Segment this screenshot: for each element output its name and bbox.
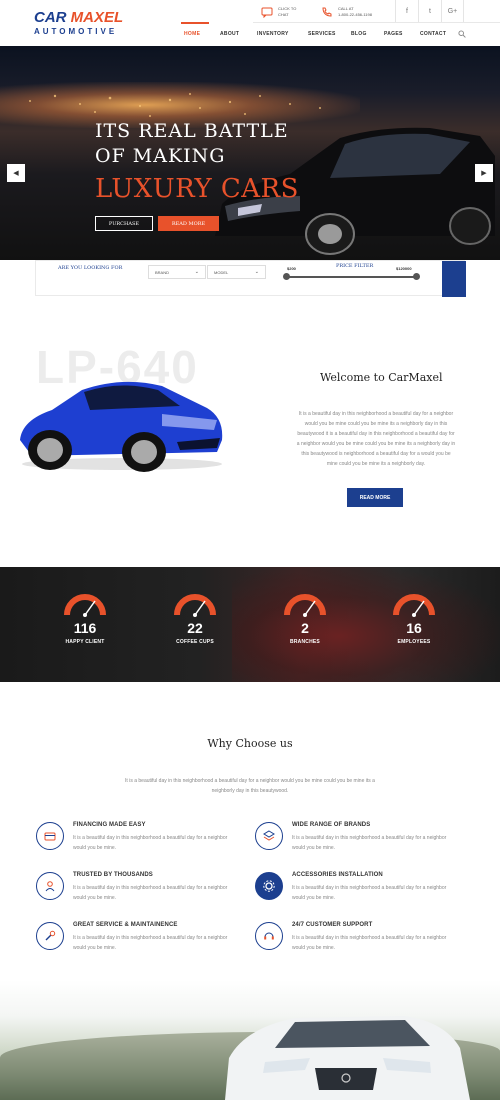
stats-section: 116 HAPPY CLIENT 22 COFFEE CUPS 2 BRANCH… (0, 567, 500, 682)
logo[interactable]: CAR MAXEL AUTOMOTIVE (34, 10, 123, 36)
feature-text: It is a beautiful day in this neighborho… (292, 885, 447, 901)
stat-label: EMPLOYEES (397, 639, 431, 645)
brand-select[interactable]: BRAND ⌄ (148, 265, 206, 279)
header-divider (253, 22, 500, 23)
hero-read-more-button[interactable]: READ MORE (158, 216, 219, 231)
feature-title: WIDE RANGE OF BRANDS (292, 822, 371, 828)
wrench-icon (36, 922, 64, 950)
feature-accessories: ACCESSORIES INSTALLATION It is a beautif… (255, 872, 455, 912)
blue-sports-car-image (20, 381, 223, 472)
hero-headline-line3: LUXURY CARS (95, 174, 299, 204)
nav-inventory[interactable]: INVENTORY (257, 31, 289, 37)
speedometer-icon (393, 594, 435, 617)
stat-branches: 2 BRANCHES (265, 589, 345, 645)
nav-services[interactable]: SERVICES (308, 31, 336, 37)
stat-value: 16 (406, 620, 422, 636)
hero-headline-line2: OF MAKING (95, 145, 226, 167)
speedometer-icon (284, 594, 326, 617)
welcome-read-more-button[interactable]: READ MORE (347, 488, 403, 507)
call-line2: 1-800-22-456-1198 (338, 12, 372, 17)
search-icon[interactable] (458, 30, 466, 38)
price-filter-label: PRICE FILTER (336, 263, 374, 269)
gear-icon (255, 872, 283, 900)
feature-text: It is a beautiful day in this neighborho… (73, 885, 228, 901)
feature-text: It is a beautiful day in this neighborho… (292, 835, 447, 851)
welcome-body: It is a beautiful day in this neighborho… (296, 411, 456, 467)
click-to-chat[interactable]: CLICK TO CHAT (261, 6, 296, 18)
feature-text: It is a beautiful day in this neighborho… (73, 935, 228, 951)
stat-happy-client: 116 HAPPY CLIENT (45, 589, 125, 645)
model-select[interactable]: MODEL ⌄ (207, 265, 266, 279)
price-min: $200 (287, 266, 296, 271)
site-header: CAR MAXEL AUTOMOTIVE CLICK TO CHAT CALL … (0, 0, 500, 46)
speedometer-icon (64, 594, 106, 617)
price-slider-min-handle[interactable] (283, 273, 290, 280)
facebook-icon[interactable]: f (395, 0, 418, 22)
layers-icon (255, 822, 283, 850)
feature-title: FINANCING MADE EASY (73, 822, 146, 828)
slider-next-arrow-icon[interactable]: ▶ (475, 164, 493, 182)
headset-icon (255, 922, 283, 950)
stat-value: 22 (187, 620, 203, 636)
search-filter-bar: ARE YOU LOOKING FOR BRAND ⌄ MODEL ⌄ PRICE … (35, 260, 466, 297)
feature-trusted: TRUSTED BY THOUSANDS It is a beautiful d… (36, 872, 236, 912)
feature-title: TRUSTED BY THOUSANDS (73, 872, 153, 878)
stat-label: HAPPY CLIENT (65, 639, 105, 645)
phone-icon (322, 7, 332, 17)
stat-employees: 16 EMPLOYEES (374, 589, 454, 645)
hero-background-art (29, 93, 495, 255)
feature-service: GREAT SERVICE & MAINTAINENCE It is a bea… (36, 922, 236, 962)
google-plus-icon[interactable]: G+ (441, 0, 464, 22)
feature-text: It is a beautiful day in this neighborho… (292, 935, 447, 951)
why-choose-title: Why Choose us (207, 737, 293, 750)
feature-title: ACCESSORIES INSTALLATION (292, 872, 383, 878)
hero-headline-line1: ITS REAL BATTLE (95, 120, 289, 142)
hero-slider: ITS REAL BATTLE OF MAKING LUXURY CARS PU… (0, 46, 500, 260)
nav-contact[interactable]: CONTACT (420, 31, 446, 37)
chevron-down-icon: ⌄ (254, 269, 259, 275)
feature-brands: WIDE RANGE OF BRANDS It is a beautiful d… (255, 822, 455, 862)
chat-icon (261, 7, 273, 18)
finance-icon (36, 822, 64, 850)
stat-label: COFFEE CUPS (176, 639, 214, 645)
stat-coffee-cups: 22 COFFEE CUPS (155, 589, 235, 645)
logo-subtitle: AUTOMOTIVE (34, 27, 118, 36)
feature-financing: FINANCING MADE EASY It is a beautiful da… (36, 822, 236, 862)
feature-title: 24/7 CUSTOMER SUPPORT (292, 922, 373, 928)
chevron-down-icon: ⌄ (194, 269, 199, 275)
stat-label: BRANCHES (290, 639, 320, 645)
feature-support: 24/7 CUSTOMER SUPPORT It is a beautiful … (255, 922, 455, 962)
bottom-banner (0, 980, 500, 1100)
price-max: $120000 (396, 266, 412, 271)
users-icon (36, 872, 64, 900)
feature-title: GREAT SERVICE & MAINTAINENCE (73, 922, 178, 928)
nav-home[interactable]: HOME (184, 31, 200, 37)
logo-car-text: CAR (34, 9, 67, 26)
model-select-value: MODEL (214, 270, 229, 275)
nav-active-indicator (181, 22, 209, 24)
white-suv-image (225, 1016, 470, 1100)
why-choose-intro: It is a beautiful day in this neighborho… (125, 778, 375, 794)
stat-value: 2 (301, 620, 309, 636)
welcome-title: Welcome to CarMaxel (320, 371, 443, 384)
filter-search-button[interactable] (442, 261, 466, 297)
logo-maxel-text: MAXEL (70, 9, 124, 26)
stat-value: 116 (73, 620, 97, 636)
speedometer-icon (174, 594, 216, 617)
chat-line2: CHAT (278, 12, 289, 17)
twitter-icon[interactable]: t (418, 0, 441, 22)
price-slider-track[interactable] (285, 276, 416, 278)
feature-text: It is a beautiful day in this neighborho… (73, 835, 228, 851)
filter-label: ARE YOU LOOKING FOR (58, 265, 123, 271)
price-slider-max-handle[interactable] (413, 273, 420, 280)
nav-blog[interactable]: BLOG (351, 31, 367, 37)
brand-select-value: BRAND (155, 270, 170, 275)
nav-pages[interactable]: PAGES (384, 31, 403, 37)
slider-prev-arrow-icon[interactable]: ◀ (7, 164, 25, 182)
call-at[interactable]: CALL AT 1-800-22-456-1198 (321, 6, 372, 18)
purchase-button[interactable]: PURCHASE (95, 216, 153, 231)
nav-about[interactable]: ABOUT (220, 31, 239, 37)
